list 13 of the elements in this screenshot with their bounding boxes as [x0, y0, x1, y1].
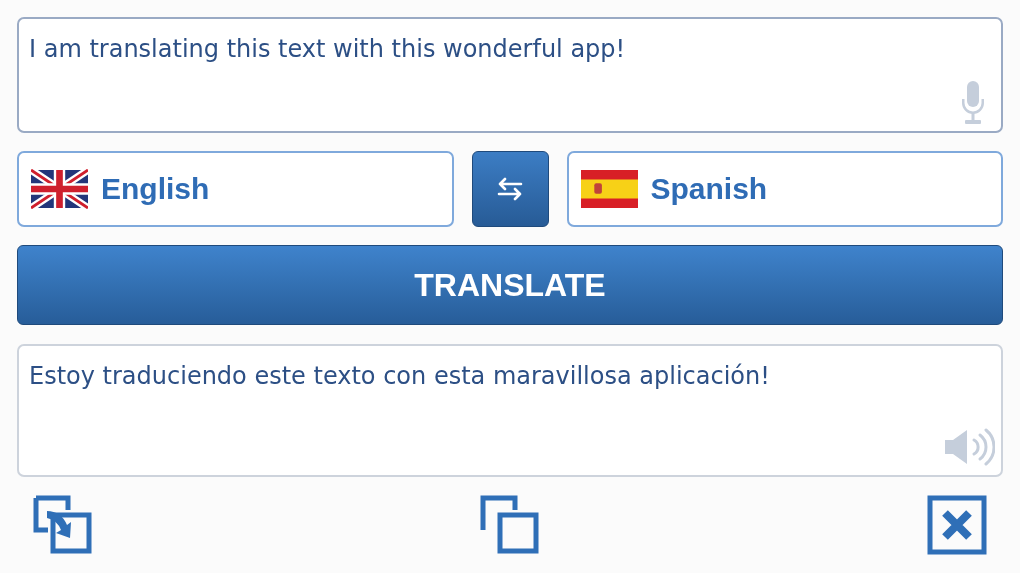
paste-icon[interactable]	[33, 495, 93, 555]
swap-icon	[497, 177, 523, 201]
source-text: I am translating this text with this wonderful app!	[29, 35, 626, 63]
clear-icon[interactable]	[927, 495, 987, 555]
swap-languages-button[interactable]	[471, 151, 549, 227]
source-language-selector[interactable]: English	[17, 151, 454, 227]
flag-icon	[580, 169, 638, 209]
flag-icon	[31, 169, 88, 209]
source-text-field[interactable]: I am translating this text with this wonderful app!	[17, 17, 1003, 133]
copy-icon[interactable]	[480, 495, 540, 555]
translate-button[interactable]: TRANSLATE	[17, 245, 1003, 325]
target-language-selector[interactable]: Spanish	[566, 151, 1003, 227]
translated-text: Estoy traduciendo este texto con esta maravillosa aplicación!	[29, 362, 770, 390]
